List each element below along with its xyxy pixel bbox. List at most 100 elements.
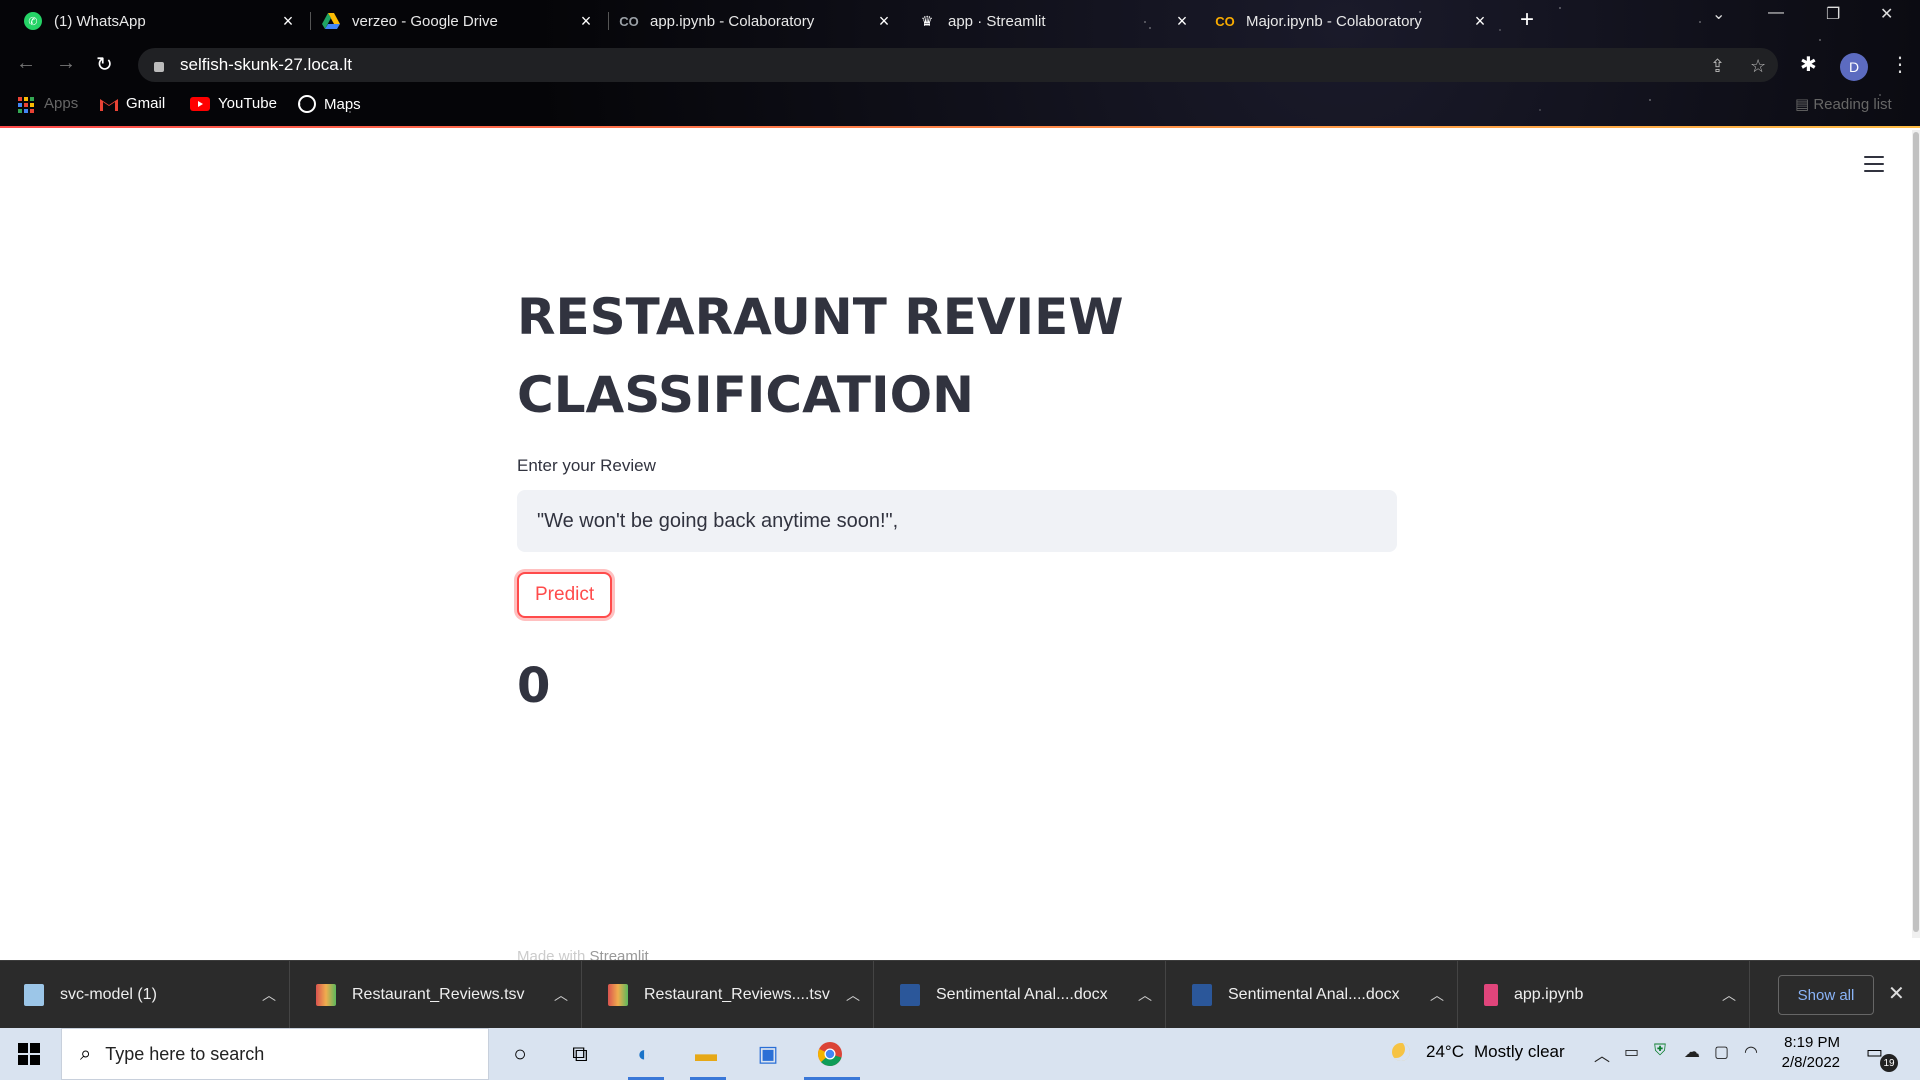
tab-search-chevron-icon[interactable]: ⌄ bbox=[1712, 4, 1725, 24]
tab-title: app.ipynb - Colaboratory bbox=[650, 12, 815, 30]
tab-whatsapp[interactable]: ✆ (1) WhatsApp × bbox=[12, 4, 310, 38]
weather-temperature: 24°C bbox=[1426, 1042, 1464, 1061]
streamlit-page: RESTARAUNT REVIEW CLASSIFICATION Enter y… bbox=[0, 130, 1920, 965]
profile-avatar[interactable]: D bbox=[1840, 53, 1868, 81]
tab-title: (1) WhatsApp bbox=[54, 12, 146, 30]
download-filename: Sentimental Anal....docx bbox=[936, 986, 1108, 1003]
system-clock[interactable]: 8:19 PM 2/8/2022 bbox=[1780, 1033, 1840, 1073]
url-text: selfish-skunk-27.loca.lt bbox=[180, 55, 352, 74]
edge-browser-icon[interactable]: ◐ bbox=[628, 1038, 660, 1070]
onedrive-cloud-icon[interactable]: ☁ bbox=[1684, 1042, 1700, 1062]
download-item[interactable]: app.ipynb ︿ bbox=[1460, 961, 1750, 1029]
prediction-result: 0 bbox=[517, 658, 551, 714]
hamburger-menu-icon[interactable] bbox=[1864, 156, 1884, 172]
windows-start-icon[interactable] bbox=[18, 1043, 40, 1065]
task-view-icon[interactable]: ⧉ bbox=[564, 1038, 596, 1070]
download-item[interactable]: Sentimental Anal....docx ︿ bbox=[876, 961, 1166, 1029]
browser-menu-icon[interactable]: ⋮ bbox=[1890, 52, 1910, 77]
predict-button[interactable]: Predict bbox=[517, 572, 613, 618]
review-input[interactable] bbox=[517, 490, 1397, 552]
cortana-icon[interactable]: ○ bbox=[504, 1038, 536, 1070]
moon-icon bbox=[1392, 1043, 1410, 1061]
tab-streamlit[interactable]: ♛ app · Streamlit × bbox=[906, 4, 1204, 38]
taskbar-search-box[interactable]: ⌕ Type here to search bbox=[61, 1028, 489, 1080]
minimize-icon[interactable]: — bbox=[1768, 4, 1784, 22]
tab-title: verzeo - Google Drive bbox=[352, 12, 498, 30]
tab-google-drive[interactable]: verzeo - Google Drive × bbox=[310, 4, 608, 38]
chevron-up-icon[interactable]: ︿ bbox=[1709, 985, 1749, 1005]
streamlit-top-decoration-bar bbox=[0, 126, 1920, 128]
download-filename: Restaurant_Reviews....tsv bbox=[644, 986, 830, 1003]
close-tab-icon[interactable]: × bbox=[874, 11, 894, 32]
chrome-icon[interactable] bbox=[814, 1038, 846, 1070]
tab-colab-app[interactable]: CO app.ipynb - Colaboratory × bbox=[608, 4, 906, 38]
chevron-up-icon[interactable]: ︿ bbox=[1125, 985, 1165, 1005]
wifi-icon[interactable]: ◠ bbox=[1744, 1042, 1758, 1062]
bookmark-gmail[interactable]: Gmail bbox=[100, 95, 165, 112]
search-icon: ⌕ bbox=[80, 1042, 92, 1065]
page-title: RESTARAUNT REVIEW CLASSIFICATION bbox=[517, 288, 1124, 424]
windows-taskbar: ⌕ Type here to search ○ ⧉ ◐ ▬ ▣ 24°C Mos… bbox=[0, 1028, 1920, 1080]
gmail-icon bbox=[100, 97, 118, 111]
show-all-downloads-button[interactable]: Show all bbox=[1778, 975, 1874, 1015]
back-arrow-icon[interactable]: ← bbox=[16, 52, 36, 75]
battery-icon[interactable]: ▭ bbox=[1624, 1042, 1639, 1062]
download-item[interactable]: Restaurant_Reviews....tsv ︿ bbox=[584, 961, 874, 1029]
google-drive-icon bbox=[322, 12, 340, 30]
extensions-puzzle-icon[interactable]: ✱ bbox=[1800, 52, 1817, 77]
bookmark-label: YouTube bbox=[218, 95, 277, 112]
bookmark-star-icon[interactable]: ☆ bbox=[1750, 56, 1766, 77]
colab-icon: CO bbox=[1215, 13, 1235, 29]
tab-colab-major[interactable]: CO Major.ipynb - Colaboratory × bbox=[1204, 4, 1502, 38]
download-item[interactable]: svc-model (1) ︿ bbox=[0, 961, 290, 1029]
tab-title: Major.ipynb - Colaboratory bbox=[1246, 12, 1422, 30]
tab-strip: ✆ (1) WhatsApp × verzeo - Google Drive ×… bbox=[0, 0, 1920, 42]
browser-toolbar: ← → ↻ selfish-skunk-27.loca.lt ⇪ ☆ bbox=[0, 46, 1920, 86]
file-explorer-icon[interactable]: ▬ bbox=[690, 1038, 722, 1070]
forward-arrow-icon[interactable]: → bbox=[56, 52, 76, 75]
microsoft-store-icon[interactable]: ▣ bbox=[752, 1038, 784, 1070]
meet-now-icon[interactable]: ▢ bbox=[1714, 1042, 1729, 1062]
reading-list-icon: ▤ bbox=[1795, 96, 1814, 113]
reading-list-button[interactable]: ▤ Reading list bbox=[1795, 95, 1892, 113]
bookmark-youtube[interactable]: YouTube bbox=[190, 95, 277, 112]
close-tab-icon[interactable]: × bbox=[1172, 11, 1192, 32]
whatsapp-icon: ✆ bbox=[24, 12, 42, 30]
download-item[interactable]: Restaurant_Reviews.tsv ︿ bbox=[292, 961, 582, 1029]
bookmark-label: Gmail bbox=[126, 95, 166, 112]
weather-description: Mostly clear bbox=[1473, 1042, 1565, 1061]
weather-widget[interactable]: 24°C Mostly clear bbox=[1392, 1042, 1565, 1062]
page-scrollbar[interactable] bbox=[1912, 130, 1920, 938]
bookmark-label: Apps bbox=[44, 95, 79, 112]
chevron-up-icon[interactable]: ︿ bbox=[833, 985, 873, 1005]
address-bar[interactable]: selfish-skunk-27.loca.lt ⇪ ☆ bbox=[138, 48, 1778, 82]
bookmark-maps[interactable]: Maps bbox=[298, 95, 361, 113]
close-tab-icon[interactable]: × bbox=[576, 11, 596, 32]
clock-date: 2/8/2022 bbox=[1781, 1054, 1840, 1071]
restore-icon[interactable]: ❐ bbox=[1826, 4, 1840, 24]
chevron-up-icon[interactable]: ︿ bbox=[541, 985, 581, 1005]
defender-shield-icon[interactable]: ⛨ bbox=[1654, 1042, 1666, 1060]
download-item[interactable]: Sentimental Anal....docx ︿ bbox=[1168, 961, 1458, 1029]
show-hidden-icons-chevron-icon[interactable]: ︿ bbox=[1594, 1042, 1610, 1066]
notification-count-badge: 19 bbox=[1880, 1054, 1898, 1072]
word-doc-icon bbox=[900, 984, 920, 1006]
word-doc-icon bbox=[1192, 984, 1212, 1006]
new-tab-icon[interactable]: + bbox=[1520, 6, 1534, 34]
download-filename: Restaurant_Reviews.tsv bbox=[352, 986, 525, 1003]
reload-icon[interactable]: ↻ bbox=[96, 52, 113, 77]
window-close-icon[interactable]: ✕ bbox=[1880, 4, 1893, 24]
download-filename: app.ipynb bbox=[1514, 986, 1584, 1003]
chevron-up-icon[interactable]: ︿ bbox=[1417, 985, 1457, 1005]
scrollbar-thumb[interactable] bbox=[1913, 132, 1919, 932]
bookmark-apps[interactable]: Apps bbox=[18, 95, 79, 113]
lock-icon bbox=[154, 62, 164, 72]
share-icon[interactable]: ⇪ bbox=[1710, 56, 1725, 77]
close-downloads-icon[interactable]: ✕ bbox=[1888, 981, 1905, 1006]
maps-icon bbox=[298, 95, 316, 113]
reading-list-label: Reading list bbox=[1813, 96, 1892, 113]
close-tab-icon[interactable]: × bbox=[1470, 11, 1490, 32]
chevron-up-icon[interactable]: ︿ bbox=[249, 985, 289, 1005]
main-content: RESTARAUNT REVIEW CLASSIFICATION Enter y… bbox=[517, 278, 1397, 714]
close-tab-icon[interactable]: × bbox=[278, 11, 298, 32]
